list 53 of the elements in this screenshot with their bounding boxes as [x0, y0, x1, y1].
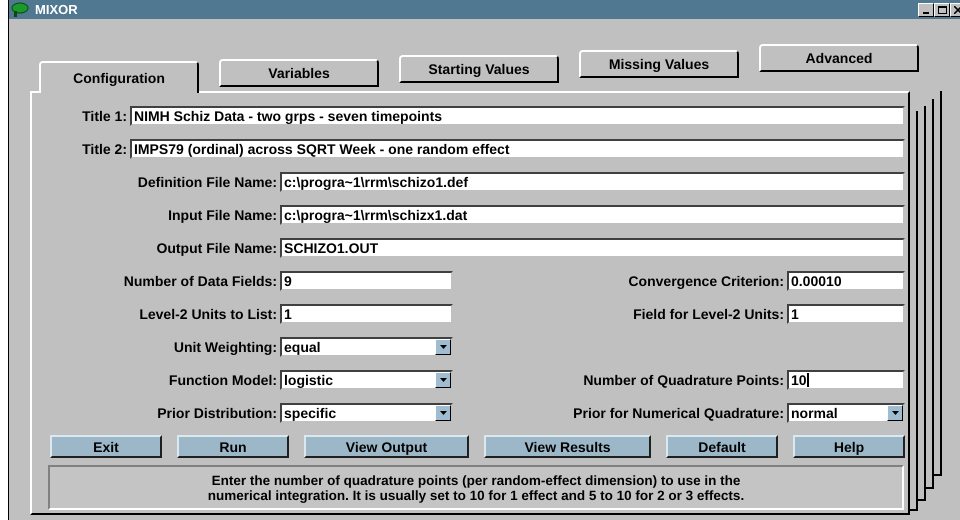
field-label: Definition File Name: [136, 172, 277, 192]
field-label: Function Model: [168, 370, 277, 390]
input-field[interactable]: NIMH Schiz Data - two grps - seven timepoints [130, 106, 905, 126]
dropdown[interactable]: equal [280, 337, 453, 357]
button[interactable]: View Results [484, 435, 651, 458]
field-label: Output File Name: [155, 238, 277, 258]
field-label: Unit Weighting: [172, 338, 277, 357]
close-icon [954, 6, 960, 14]
caret-down-icon [440, 378, 446, 382]
field-label: Number of Quadrature Points: [582, 370, 784, 390]
field-label: Prior for Numerical Quadrature: [572, 404, 784, 423]
window-title: MIXOR [35, 0, 78, 19]
tab[interactable]: Configuration [39, 61, 199, 93]
input-field[interactable]: SCHIZO1.OUT [280, 238, 905, 258]
dropdown-arrow-button[interactable] [435, 339, 451, 355]
field-label: Title 2: [81, 140, 127, 158]
field-label: Title 1: [81, 106, 127, 126]
input-field[interactable]: 1 [787, 304, 905, 324]
tab[interactable]: Missing Values [579, 50, 739, 78]
dropdown-arrow-button[interactable] [887, 405, 903, 421]
button[interactable]: Exit [50, 435, 162, 458]
dropdown[interactable]: logistic [280, 370, 453, 390]
input-field[interactable]: 10 [787, 370, 905, 390]
caret-down-icon [440, 345, 446, 349]
app-logo-icon [11, 2, 31, 18]
tab[interactable]: Variables [219, 59, 379, 87]
tab[interactable]: Advanced [759, 44, 919, 72]
caret-down-icon [440, 411, 446, 415]
input-field[interactable]: 0.00010 [787, 271, 905, 291]
input-field[interactable]: c:\progra~1\rrm\schizx1.dat [280, 205, 905, 225]
field-label: Convergence Criterion: [627, 272, 784, 291]
field-label: Field for Level-2 Units: [632, 304, 784, 324]
dropdown[interactable]: specific [280, 403, 453, 423]
button[interactable]: Run [177, 435, 289, 458]
input-field[interactable]: 1 [280, 304, 453, 324]
dropdown-arrow-button[interactable] [435, 372, 451, 388]
help-text: Enter the number of quadrature points (per random-effect dimension) to use in the numerical integration. It is usually set to 10 for 1 effect and 5 to 10 for 2 or 3 effects. [48, 465, 904, 510]
tab[interactable]: Starting Values [399, 55, 559, 83]
minimize-button[interactable] [918, 2, 934, 16]
button[interactable]: View Output [304, 435, 469, 458]
dropdown-arrow-button[interactable] [435, 405, 451, 421]
input-field[interactable]: 9 [280, 271, 453, 291]
field-label: Level-2 Units to List: [138, 304, 277, 324]
button[interactable]: Help [793, 435, 905, 458]
input-field[interactable]: IMPS79 (ordinal) across SQRT Week - one random effect [130, 139, 905, 159]
maximize-button[interactable] [934, 2, 950, 16]
field-label: Prior Distribution: [156, 404, 277, 422]
field-label: Number of Data Fields: [122, 272, 277, 290]
button[interactable]: Default [666, 435, 778, 458]
input-field[interactable]: c:\progra~1\rrm\schizo1.def [280, 172, 905, 192]
field-label: Input File Name: [167, 206, 277, 225]
dropdown[interactable]: normal [787, 403, 905, 423]
caret-down-icon [892, 411, 898, 415]
